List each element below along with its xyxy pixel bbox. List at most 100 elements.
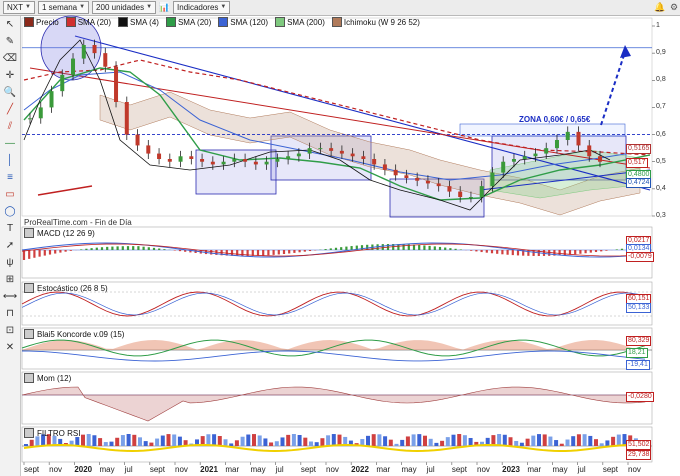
price-candle — [415, 178, 420, 181]
rsi-bar — [440, 440, 445, 446]
blai5-value-label: -19,41 — [626, 360, 650, 370]
price-candle — [60, 74, 65, 92]
legend-entry[interactable]: Ichimoku (W 9 26 52) — [331, 17, 420, 27]
rsi-bar — [155, 438, 160, 446]
panel-swatch — [24, 329, 34, 339]
target-arrow-line — [600, 51, 626, 126]
x-tick-label: 2022 — [351, 465, 369, 474]
rsi-bar — [314, 442, 319, 446]
x-tick-label: nov — [175, 465, 188, 474]
price-candle — [533, 153, 538, 157]
price-candle — [468, 197, 473, 198]
legend-entry[interactable]: SMA (4) — [118, 17, 159, 27]
rsi-bar — [29, 439, 34, 446]
chart-canvas[interactable] — [0, 0, 680, 476]
x-tick-label: may — [401, 465, 417, 474]
price-candle — [587, 145, 592, 157]
panel-swatch — [24, 373, 34, 383]
legend-entry[interactable]: SMA (20) — [165, 17, 212, 27]
price-candle — [286, 156, 291, 159]
legend-label: SMA (4) — [130, 17, 159, 27]
rsi-bar — [542, 434, 547, 446]
x-tick-label: may — [99, 465, 115, 474]
y-tick-label: 0,4 — [656, 184, 666, 192]
rsi-bar — [405, 436, 410, 446]
price-candle — [307, 148, 312, 154]
rsi-bar — [263, 438, 268, 446]
x-tick-label: mar — [376, 465, 391, 474]
x-tick-label: sept — [451, 465, 467, 474]
rsi-bar — [246, 434, 251, 446]
rsi-bar — [160, 435, 165, 446]
rsi-bar — [451, 434, 456, 446]
rsi-bar — [377, 434, 382, 446]
rsi-value-label: 29,738 — [626, 450, 652, 460]
y-tick-label: 0,5 — [656, 157, 666, 165]
stoch-d-line — [21, 292, 646, 316]
x-tick-label: may — [250, 465, 266, 474]
rsi-bar — [212, 434, 217, 446]
price-candle — [296, 153, 301, 157]
rsi-bar — [508, 437, 513, 446]
legend-label: SMA (200) — [287, 17, 325, 27]
legend-swatch — [118, 17, 129, 27]
rsi-bar — [223, 439, 228, 446]
rsi-bar — [411, 434, 416, 446]
rsi-bar — [554, 440, 559, 446]
rsi-bar — [531, 435, 536, 446]
rsi-bar — [172, 434, 177, 446]
rsi-bar — [326, 435, 331, 446]
rsi-bar — [611, 436, 616, 446]
rsi-bar — [138, 437, 142, 446]
legend-entry[interactable]: SMA (120) — [218, 17, 268, 27]
legend-entry[interactable]: Precio — [24, 17, 59, 27]
legend-swatch — [275, 17, 286, 27]
price-candle — [382, 164, 387, 170]
legend-label: SMA (20) — [177, 17, 212, 27]
price-candle — [124, 102, 129, 135]
rsi-bar — [371, 434, 376, 446]
rsi-title: FILTRO RSI — [24, 428, 80, 438]
price-candle — [71, 58, 76, 75]
x-tick-label: nov — [477, 465, 490, 474]
rsi-bar — [86, 434, 91, 446]
rsi-bar — [616, 434, 621, 446]
legend-swatch — [218, 17, 229, 27]
y-tick-label: 0,9 — [656, 49, 666, 57]
price-candle — [253, 161, 258, 165]
rsi-bar — [75, 437, 80, 446]
price-candle — [393, 169, 398, 176]
price-candle — [361, 156, 366, 159]
legend-entry[interactable]: SMA (20) — [65, 17, 111, 27]
blai5-value-label: 80,329 — [626, 336, 652, 346]
rsi-bar — [126, 434, 131, 446]
panel-swatch — [24, 428, 34, 438]
rsi-bar — [565, 439, 570, 446]
legend-entry[interactable]: SMA (200) — [275, 17, 325, 27]
price-candle — [490, 172, 495, 187]
rsi-bar — [229, 443, 234, 446]
panel-swatch — [24, 283, 34, 293]
rsi-bar — [269, 442, 274, 446]
price-candle — [38, 107, 43, 119]
price-candle — [372, 159, 377, 165]
macd-title: MACD (12 26 9) — [24, 228, 95, 238]
rsi-bar — [309, 441, 313, 446]
rsi-bar — [457, 434, 462, 446]
price-candle — [264, 161, 269, 165]
rsi-bar — [331, 434, 336, 446]
rsi-bar — [388, 439, 393, 446]
rsi-bar — [537, 434, 541, 446]
legend-swatch — [24, 17, 34, 27]
price-candle — [522, 156, 527, 159]
x-tick-label: nov — [628, 465, 641, 474]
chart-legend: Precio SMA (20) SMA (4) SMA (20) SMA (120) SM… — [24, 17, 424, 27]
x-tick-label: 2020 — [74, 465, 93, 474]
rsi-bar — [81, 434, 85, 446]
price-candle — [178, 156, 183, 162]
price-candle — [114, 66, 119, 102]
rsi-bar — [599, 443, 604, 446]
x-tick-label: jul — [577, 465, 586, 474]
price-candle — [167, 159, 172, 162]
rsi-bar — [514, 440, 519, 446]
